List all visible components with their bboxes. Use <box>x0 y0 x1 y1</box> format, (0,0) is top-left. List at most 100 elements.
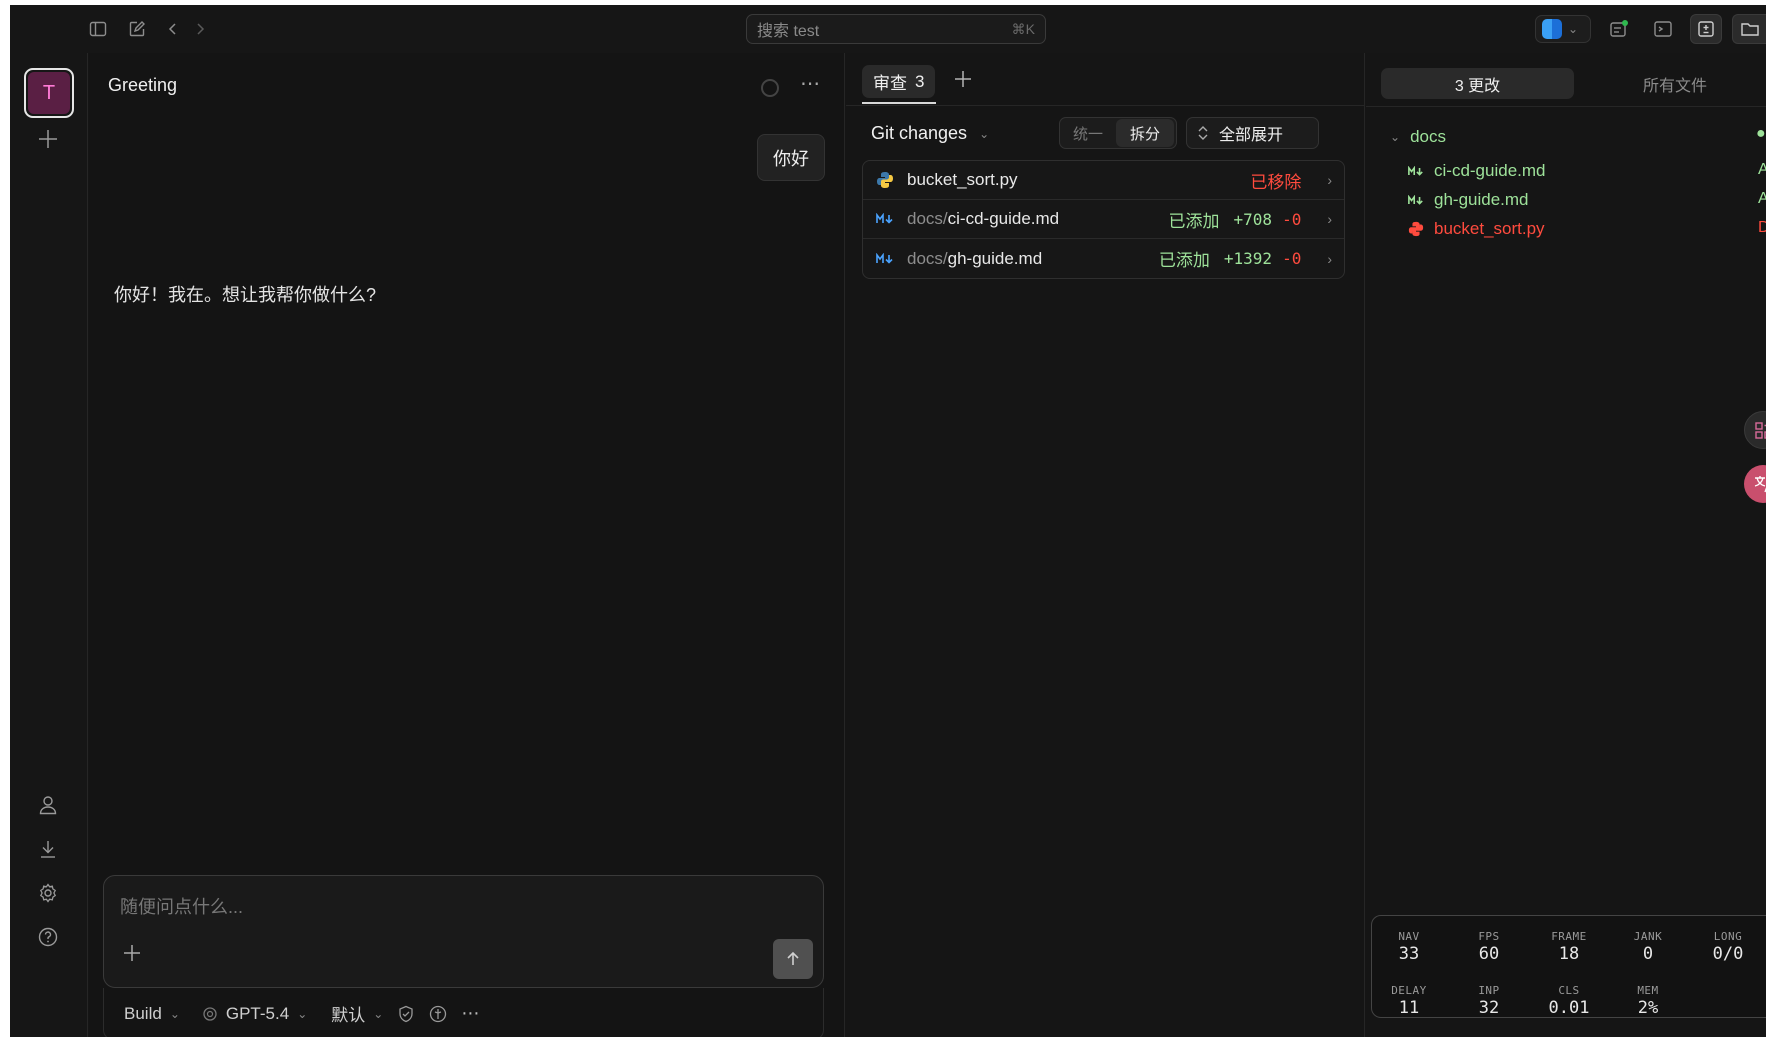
left-rail: T <box>10 53 88 1037</box>
terminal-icon[interactable] <box>1652 18 1674 40</box>
more-options-icon[interactable]: ⋯ <box>461 1003 479 1024</box>
workspace-initial: T <box>28 72 70 114</box>
diff-panel-icon[interactable] <box>1690 14 1722 44</box>
perf-nav: NAV 33 <box>1398 930 1420 964</box>
account-icon[interactable] <box>34 791 62 819</box>
tree-file[interactable]: ci-cd-guide.md <box>1408 161 1546 181</box>
status-circle-icon <box>761 79 779 97</box>
folder-name: docs <box>1410 127 1446 146</box>
chat-title: Greeting <box>108 75 178 95</box>
tree-file-badge: A <box>1758 190 1766 207</box>
review-panel: 审查 3 Git changes ⌄ 统一 拆分 全部展开 bucket_sor… <box>846 53 1365 1037</box>
view-unified-button[interactable]: 统一 <box>1060 123 1116 144</box>
changed-file-row[interactable]: docs/ gh-guide.md 已添加 +1392 -0 › <box>863 239 1344 278</box>
expand-all-label: 全部展开 <box>1219 127 1284 144</box>
composer-placeholder[interactable]: 随便问点什么... <box>120 893 243 919</box>
sidebar-toggle-icon[interactable] <box>87 18 109 40</box>
source-control-icon[interactable] <box>1608 18 1630 40</box>
perf-jank: JANK 0 <box>1633 930 1663 964</box>
perf-delay: DELAY 11 <box>1391 984 1427 1018</box>
model-selector[interactable]: GPT-5.4 ⌄ <box>202 1004 307 1024</box>
file-tree-icon[interactable] <box>1732 14 1766 44</box>
forward-icon[interactable] <box>189 18 211 40</box>
search-input[interactable]: 搜索 test ⌘K <box>746 14 1046 44</box>
tab-all-files[interactable]: 所有文件 <box>1574 68 1766 99</box>
tab-underline <box>862 102 936 104</box>
chat-panel: Greeting ⋯ 你好 你好！我在。想让我帮你做什么? 随便问点什么... … <box>89 53 845 1037</box>
markdown-icon <box>875 213 895 225</box>
file-tree-tabs: 3 更改 所有文件 <box>1381 68 1766 99</box>
chevron-right-icon: › <box>1327 250 1332 267</box>
markdown-icon <box>1408 165 1423 176</box>
markdown-icon <box>875 252 895 265</box>
perf-cls: CLS 0.01 <box>1548 984 1590 1018</box>
open-in-finder-dropdown[interactable]: ⌄ <box>1535 15 1591 43</box>
tree-folder-docs[interactable]: ⌄ docs <box>1390 127 1446 147</box>
more-options-icon[interactable]: ⋯ <box>800 71 821 96</box>
tree-file-name: ci-cd-guide.md <box>1434 161 1546 180</box>
openai-icon <box>203 1006 217 1021</box>
permission-label: 默认 <box>331 1006 366 1025</box>
add-workspace-icon[interactable] <box>34 125 62 153</box>
chevron-down-icon: ⌄ <box>373 1006 384 1021</box>
file-name: gh-guide.md <box>947 248 1043 268</box>
git-changes-selector[interactable]: Git changes ⌄ <box>871 123 989 144</box>
add-tab-icon[interactable] <box>953 69 973 89</box>
settings-gear-icon[interactable] <box>34 879 62 907</box>
tab-changes[interactable]: 3 更改 <box>1381 68 1574 99</box>
file-status: 已添加 <box>1168 211 1220 231</box>
file-name: ci-cd-guide.md <box>947 209 1060 228</box>
tree-file-name: bucket_sort.py <box>1434 219 1545 238</box>
ai-widgets-icon[interactable] <box>1744 411 1766 449</box>
divider <box>1366 106 1766 107</box>
folder-status-dot: ● <box>1756 125 1766 142</box>
changed-files-list: bucket_sort.py 已移除 › docs/ ci-cd-guide.m… <box>862 160 1345 279</box>
changed-file-row[interactable]: docs/ ci-cd-guide.md 已添加 +708 -0 › <box>863 200 1344 239</box>
mode-selector[interactable]: Build ⌄ <box>124 1004 180 1024</box>
chevron-down-icon: ⌄ <box>297 1006 308 1021</box>
translate-icon[interactable] <box>1744 465 1766 503</box>
send-button[interactable] <box>773 939 813 979</box>
composer[interactable]: 随便问点什么... <box>103 875 824 988</box>
permission-selector[interactable]: 默认 ⌄ <box>331 1001 383 1026</box>
lines-removed: -0 <box>1282 209 1302 229</box>
tree-file-badge: D <box>1758 219 1766 236</box>
help-icon[interactable] <box>34 923 62 951</box>
python-icon <box>875 171 895 189</box>
expand-all-button[interactable]: 全部展开 <box>1186 117 1319 149</box>
divider <box>846 105 1364 106</box>
attach-plus-icon[interactable] <box>122 943 142 963</box>
tree-file-badge: A <box>1758 161 1766 178</box>
chevron-down-icon: ⌄ <box>169 1006 180 1021</box>
chevron-right-icon: › <box>1327 211 1332 227</box>
view-split-button[interactable]: 拆分 <box>1116 119 1174 147</box>
back-icon[interactable] <box>162 18 184 40</box>
expand-icon <box>1198 126 1208 140</box>
accessibility-icon[interactable] <box>429 1005 447 1023</box>
perf-mem: MEM 2% <box>1637 984 1659 1018</box>
lines-added: +708 <box>1233 209 1273 229</box>
markdown-icon <box>1408 194 1423 205</box>
download-icon[interactable] <box>34 835 62 863</box>
workspace-avatar[interactable]: T <box>24 68 74 118</box>
search-placeholder: 搜索 test <box>757 23 820 40</box>
perf-frame: FRAME 18 <box>1551 930 1587 964</box>
tree-file[interactable]: gh-guide.md <box>1408 190 1529 210</box>
file-status: 已添加 <box>1158 251 1210 270</box>
chevron-right-icon: › <box>1327 172 1332 188</box>
arrow-up-icon <box>787 951 799 965</box>
lines-added: +1392 <box>1223 249 1273 268</box>
user-message: 你好 <box>757 134 825 181</box>
search-shortcut: ⌘K <box>1011 20 1035 37</box>
tree-file-name: gh-guide.md <box>1434 190 1529 209</box>
changed-file-row[interactable]: bucket_sort.py 已移除 › <box>863 161 1344 200</box>
tab-review[interactable]: 审查 3 <box>862 65 936 98</box>
file-name: bucket_sort.py <box>907 170 1018 189</box>
file-status: 已移除 <box>1250 172 1302 192</box>
shield-icon[interactable] <box>397 1005 415 1023</box>
composer-toolbar: Build ⌄ GPT-5.4 ⌄ 默认 ⌄ ⋯ <box>103 988 824 1037</box>
tree-file[interactable]: bucket_sort.py <box>1408 219 1545 239</box>
mode-label: Build <box>124 1003 162 1023</box>
new-chat-icon[interactable] <box>126 18 148 40</box>
top-bar: 搜索 test ⌘K ⌄ <box>10 5 1766 53</box>
